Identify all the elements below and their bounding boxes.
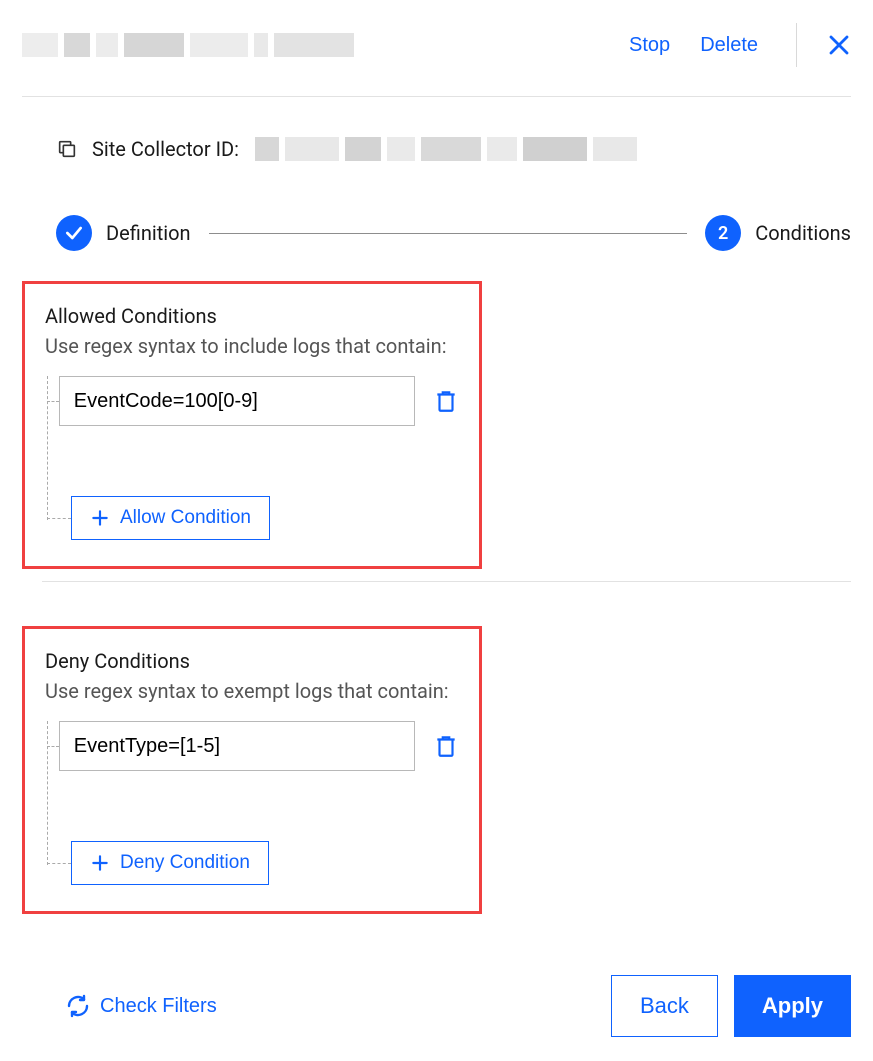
deny-title: Deny Conditions: [45, 649, 459, 673]
trash-icon: [433, 388, 459, 414]
deny-condition-row: [47, 721, 459, 771]
apply-button[interactable]: Apply: [734, 975, 851, 1037]
deny-conditions-box: Deny Conditions Use regex syntax to exem…: [22, 626, 482, 914]
allowed-condition-row: [47, 376, 459, 426]
trash-icon: [433, 733, 459, 759]
header-row: Stop Delete: [22, 20, 851, 70]
add-allowed-label: Allow Condition: [120, 507, 251, 529]
plus-icon: [90, 853, 110, 873]
step-number: 2: [718, 223, 728, 244]
deny-tree: Deny Condition: [47, 721, 459, 885]
allowed-add-row: Allow Condition: [47, 496, 459, 540]
step-conditions-label: Conditions: [755, 221, 851, 245]
add-deny-condition-button[interactable]: Deny Condition: [71, 841, 269, 885]
footer: Check Filters Back Apply: [22, 975, 851, 1037]
close-button[interactable]: [827, 33, 851, 57]
deny-add-row: Deny Condition: [47, 841, 459, 885]
copy-icon[interactable]: [56, 138, 78, 160]
step-definition-label: Definition: [106, 221, 191, 245]
allowed-subtitle: Use regex syntax to include logs that co…: [45, 334, 459, 358]
add-allowed-condition-button[interactable]: Allow Condition: [71, 496, 270, 540]
site-collector-row: Site Collector ID:: [56, 137, 851, 161]
site-collector-label: Site Collector ID:: [92, 137, 239, 161]
check-filters-button[interactable]: Check Filters: [66, 994, 217, 1018]
allowed-tree: Allow Condition: [47, 376, 459, 540]
deny-condition-input[interactable]: [59, 721, 415, 771]
title-placeholder: [22, 34, 362, 56]
step-line: [209, 233, 688, 234]
add-deny-label: Deny Condition: [120, 852, 250, 874]
footer-actions: Back Apply: [611, 975, 851, 1037]
back-button[interactable]: Back: [611, 975, 718, 1037]
check-icon: [64, 223, 84, 243]
header-actions: Stop Delete: [629, 23, 851, 67]
delete-allowed-condition-button[interactable]: [433, 388, 459, 414]
allowed-condition-input[interactable]: [59, 376, 415, 426]
refresh-icon: [66, 994, 90, 1018]
site-collector-value-placeholder: [255, 137, 637, 161]
delete-deny-condition-button[interactable]: [433, 733, 459, 759]
stop-button[interactable]: Stop: [629, 34, 670, 57]
delete-button[interactable]: Delete: [700, 34, 758, 57]
deny-subtitle: Use regex syntax to exempt logs that con…: [45, 679, 459, 703]
step-conditions-dot[interactable]: 2: [705, 215, 741, 251]
page: Stop Delete Site Collector ID: Definiti: [0, 0, 873, 1061]
header-divider: [22, 96, 851, 97]
section-divider: [42, 581, 851, 582]
check-filters-label: Check Filters: [100, 995, 217, 1018]
close-icon: [827, 33, 851, 57]
allowed-conditions-box: Allowed Conditions Use regex syntax to i…: [22, 281, 482, 569]
divider: [796, 23, 797, 67]
plus-icon: [90, 508, 110, 528]
allowed-title: Allowed Conditions: [45, 304, 459, 328]
stepper: Definition 2 Conditions: [56, 215, 851, 251]
step-definition-dot[interactable]: [56, 215, 92, 251]
